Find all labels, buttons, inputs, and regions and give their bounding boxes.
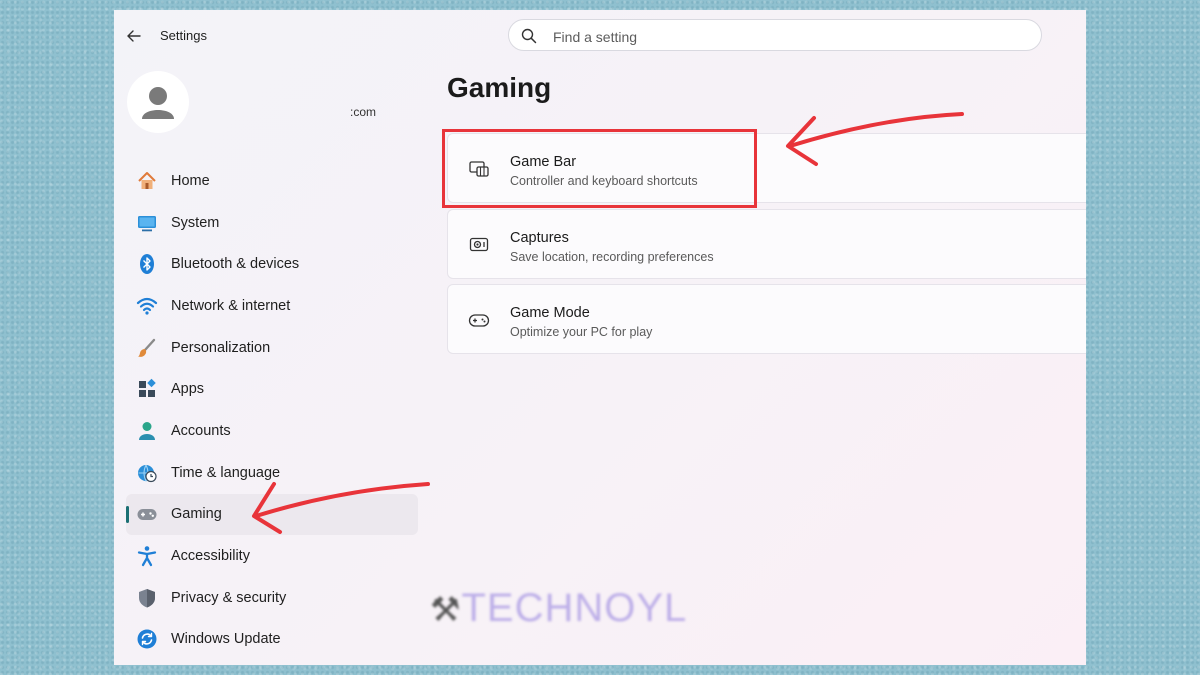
globe-clock-icon — [136, 462, 158, 484]
sidebar-item-label: Network & internet — [171, 297, 291, 314]
hammer-logo-icon: ⚒ — [430, 591, 462, 629]
app-title: Settings — [160, 28, 207, 43]
sidebar-item-label: Home — [171, 172, 210, 189]
person-silhouette-icon — [142, 87, 174, 119]
shield-icon — [136, 587, 158, 609]
search-input[interactable] — [551, 26, 1025, 48]
sidebar-item-time-language[interactable]: Time & language — [126, 452, 418, 494]
controller-icon — [468, 314, 490, 327]
captures-card[interactable]: Captures Save location, recording prefer… — [447, 209, 1086, 279]
sidebar-item-label: Accessibility — [171, 548, 250, 565]
update-icon — [136, 628, 158, 650]
sidebar-item-label: Windows Update — [171, 631, 281, 648]
card-subtitle: Save location, recording preferences — [510, 250, 714, 264]
sidebar-item-label: System — [171, 214, 220, 231]
sidebar-item-label: Bluetooth & devices — [171, 256, 300, 273]
avatar[interactable] — [127, 71, 189, 133]
watermark: ⚒TECHNOYL — [430, 586, 687, 631]
sidebar-item-system[interactable]: System — [126, 202, 418, 244]
card-subtitle: Optimize your PC for play — [510, 325, 653, 339]
card-title: Captures — [510, 230, 569, 246]
accessibility-icon — [136, 545, 158, 567]
apps-icon — [136, 378, 158, 400]
search-box[interactable] — [508, 19, 1042, 51]
account-email-text: com — [353, 105, 377, 119]
title-bar: Settings — [114, 10, 1086, 60]
sidebar-item-windows-update[interactable]: Windows Update — [126, 619, 418, 661]
person-icon — [136, 420, 158, 442]
sidebar-item-label: Gaming — [171, 506, 222, 523]
sidebar-item-label: Accounts — [171, 422, 231, 439]
sidebar-item-home[interactable]: Home — [126, 160, 418, 202]
back-arrow-icon[interactable] — [124, 26, 144, 46]
sidebar-item-privacy[interactable]: Privacy & security — [126, 577, 418, 619]
search-icon — [521, 28, 537, 44]
account-email: :com — [350, 105, 377, 119]
sidebar-item-accounts[interactable]: Accounts — [126, 410, 418, 452]
sidebar-item-network[interactable]: Network & internet — [126, 285, 418, 327]
sidebar-item-personalization[interactable]: Personalization — [126, 327, 418, 369]
selection-indicator — [126, 505, 129, 523]
sidebar-item-apps[interactable]: Apps — [126, 368, 418, 410]
sidebar-item-label: Personalization — [171, 339, 271, 356]
settings-window: Settings :com Home System — [114, 10, 1086, 665]
sidebar-nav: Home System Bluetooth & devices Network … — [126, 160, 418, 660]
sidebar-item-label: Privacy & security — [171, 589, 287, 606]
sidebar-item-label: Apps — [171, 381, 205, 398]
bluetooth-icon — [136, 253, 158, 275]
sidebar-item-label: Time & language — [171, 464, 281, 481]
wifi-icon — [136, 295, 158, 317]
monitor-icon — [136, 212, 158, 234]
sidebar-item-accessibility[interactable]: Accessibility — [126, 535, 418, 577]
watermark-text: TECHNOYL — [461, 586, 688, 630]
sidebar-item-gaming[interactable]: Gaming — [126, 493, 418, 536]
brush-icon — [136, 337, 158, 359]
home-icon — [136, 170, 158, 192]
card-title: Game Mode — [510, 305, 590, 321]
capture-icon — [469, 237, 489, 252]
annotation-highlight-box — [442, 129, 757, 208]
page-title: Gaming — [447, 72, 552, 103]
game-mode-card[interactable]: Game Mode Optimize your PC for play — [447, 284, 1086, 354]
gamepad-icon — [136, 503, 158, 525]
sidebar-item-bluetooth[interactable]: Bluetooth & devices — [126, 243, 418, 285]
